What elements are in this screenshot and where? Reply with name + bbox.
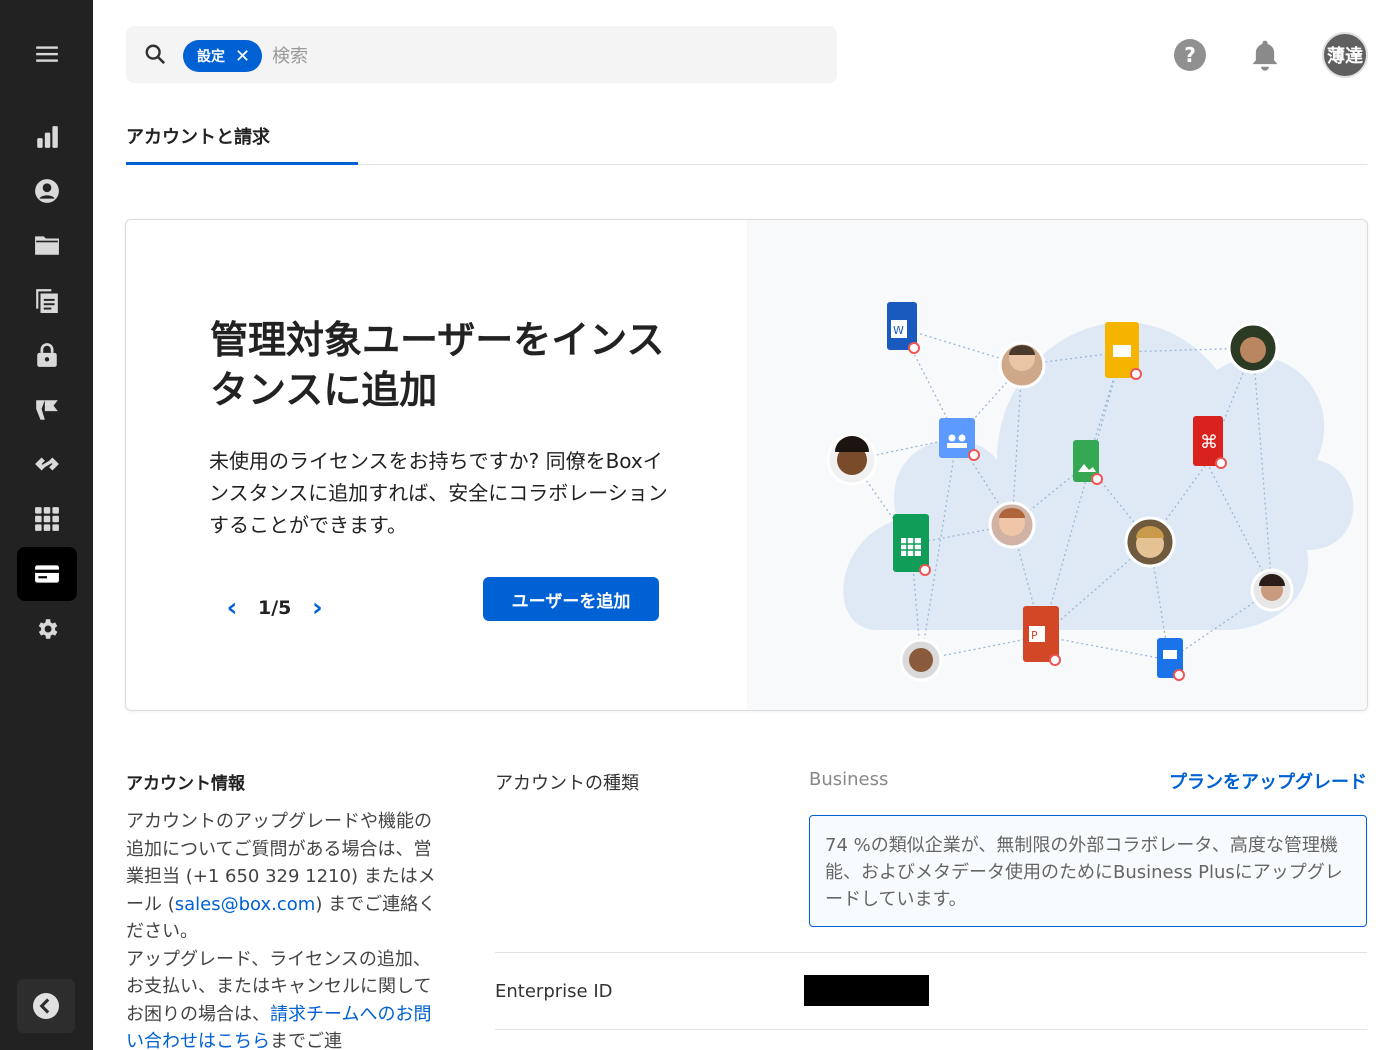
tab-account-billing[interactable]: アカウントと請求 (126, 123, 270, 149)
sidebar-item-users[interactable] (17, 164, 77, 218)
sidebar-item-settings[interactable] (17, 602, 77, 656)
account-type-value: Business (809, 769, 889, 790)
collaboration-illustration: W ⌘ P (747, 220, 1367, 710)
enterprise-id-label: Enterprise ID (495, 981, 613, 1002)
promo-description: 未使用のライセンスをお持ちですか? 同僚をBoxインスタンスに追加すれば、安全に… (209, 449, 668, 537)
svg-text:⌘: ⌘ (1200, 432, 1218, 453)
users-icon (35, 179, 59, 203)
add-user-button[interactable]: ユーザーを追加 (483, 577, 659, 621)
sidebar-item-governance[interactable] (17, 383, 77, 437)
promo-card: 管理対象ユーザーをインスタンスに追加 未使用のライセンスをお持ちですか? 同僚を… (125, 219, 1368, 711)
sidebar-item-integrations[interactable] (17, 437, 77, 491)
sidebar-item-apps[interactable] (17, 492, 77, 546)
account-type-label: アカウントの種類 (495, 773, 639, 794)
search-icon (145, 44, 166, 65)
chip-label: 設定 (197, 49, 225, 65)
promo-title: 管理対象ユーザーをインスタンスに追加 (210, 318, 665, 412)
menu-button[interactable] (17, 27, 77, 81)
folder-icon (35, 236, 59, 255)
network-illustration: W ⌘ P (826, 302, 1354, 682)
avatar-initials: 薄達 (1327, 46, 1363, 67)
reports-chart-icon (37, 126, 58, 148)
presentation-file-icon (1157, 638, 1185, 681)
image-file-icon (1073, 440, 1103, 485)
lock-icon (37, 343, 57, 367)
sidebar (0, 0, 93, 1050)
chevron-right-icon[interactable]: › (305, 593, 329, 623)
svg-text:W: W (893, 324, 904, 337)
shared-folder-icon (939, 418, 980, 461)
account-info-text-4: までご連 (270, 1031, 342, 1050)
apps-grid-icon (35, 507, 59, 531)
upsell-notice: 74 %の類似企業が、無制限の外部コラボレータ、高度な管理機能、およびメタデータ… (809, 815, 1367, 927)
menu-icon (36, 46, 58, 62)
bell-icon[interactable] (1249, 38, 1281, 72)
search-filter-chip[interactable]: 設定 ✕ (183, 40, 263, 72)
collapse-sidebar-button[interactable] (17, 979, 75, 1033)
integrations-icon (35, 457, 59, 471)
help-icon: ? (1184, 43, 1196, 67)
search-input[interactable] (272, 41, 812, 71)
powerpoint-file-icon: P (1023, 606, 1061, 666)
account-info-text: アカウントのアップグレードや機能の追加についてご質問がある場合は、営業担当 (+… (126, 808, 448, 1050)
pdf-file-icon: ⌘ (1193, 416, 1227, 469)
billing-card-icon (35, 565, 59, 583)
content-icon (36, 289, 58, 313)
sales-email-link[interactable]: sales@box.com (175, 894, 316, 915)
sidebar-item-reports[interactable] (17, 110, 77, 164)
sidebar-item-files[interactable] (17, 273, 77, 327)
enterprise-id-value-redacted (804, 975, 929, 1006)
promo-pager: ‹ 1/5 › (220, 593, 329, 623)
help-button[interactable]: ? (1174, 39, 1206, 71)
gear-icon (38, 619, 58, 639)
upgrade-plan-link[interactable]: プランをアップグレード (1169, 768, 1367, 794)
slides-file-icon (1105, 322, 1142, 380)
governance-icon (36, 400, 58, 420)
svg-text:P: P (1031, 629, 1038, 642)
close-icon[interactable]: ✕ (235, 46, 250, 67)
sidebar-item-security[interactable] (17, 328, 77, 382)
chevron-left-icon[interactable]: ‹ (220, 593, 244, 623)
sidebar-item-content[interactable] (17, 218, 77, 272)
row-divider (495, 1029, 1367, 1030)
page-indicator: 1/5 (258, 597, 292, 619)
chevron-left-icon (33, 993, 59, 1019)
avatar[interactable]: 薄達 (1322, 32, 1368, 78)
sidebar-item-billing[interactable] (17, 547, 77, 601)
word-file-icon: W (887, 302, 920, 354)
tab-active-indicator (126, 162, 358, 165)
row-divider (495, 952, 1367, 953)
account-info-title: アカウント情報 (126, 774, 245, 794)
sheets-file-icon (893, 514, 931, 576)
